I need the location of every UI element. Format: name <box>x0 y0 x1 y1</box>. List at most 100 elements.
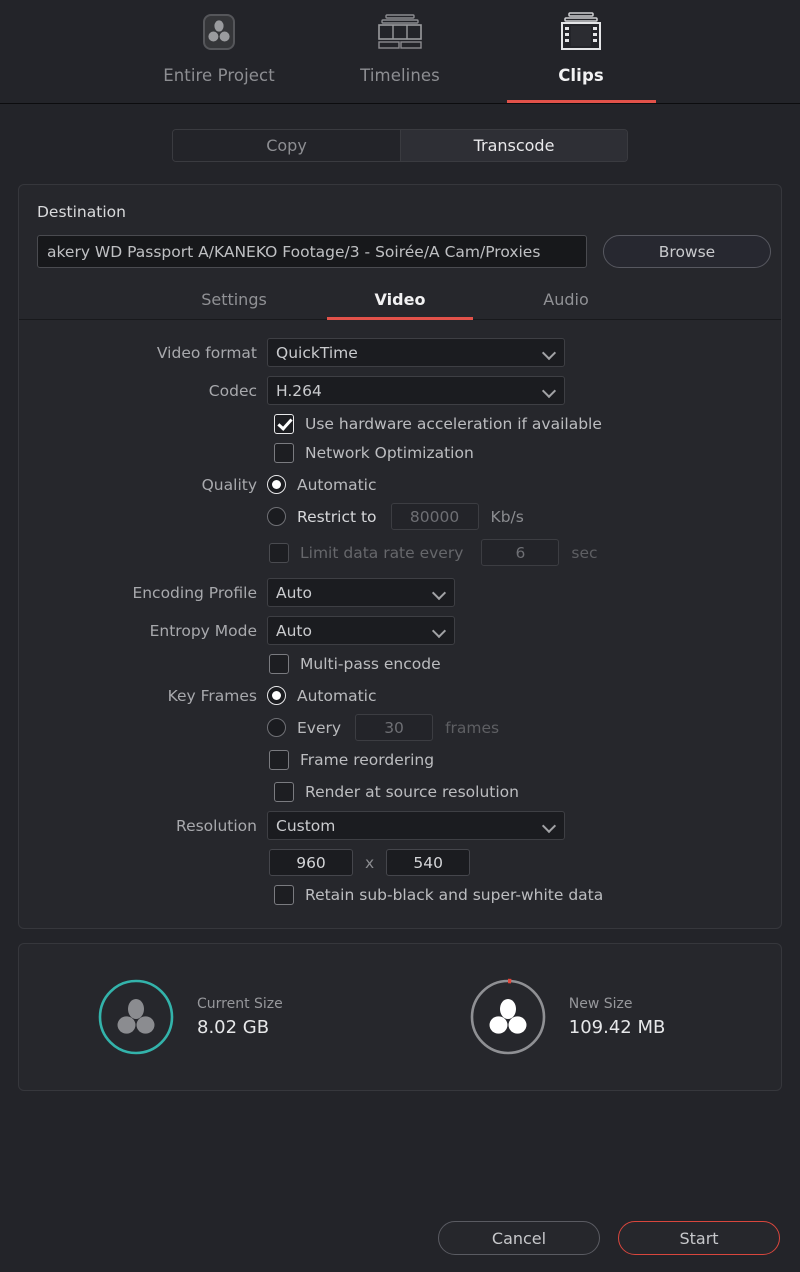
video-format-value: QuickTime <box>276 343 358 362</box>
keyframes-every-label: Every <box>297 718 342 737</box>
keyframes-automatic-radio[interactable] <box>267 686 286 705</box>
tab-entire-project-label: Entire Project <box>163 66 275 85</box>
destination-title: Destination <box>37 203 126 221</box>
segment-copy[interactable]: Copy <box>173 130 400 161</box>
encoding-profile-label: Encoding Profile <box>132 583 257 602</box>
transcode-settings-panel: Destination akery WD Passport A/KANEKO F… <box>18 184 782 929</box>
entropy-mode-label: Entropy Mode <box>149 621 257 640</box>
destination-section: Destination akery WD Passport A/KANEKO F… <box>19 185 781 282</box>
codec-value: H.264 <box>276 381 322 400</box>
start-button[interactable]: Start <box>618 1221 780 1255</box>
keyframes-every-input[interactable]: 30 <box>355 714 434 741</box>
new-size-ring <box>469 978 547 1056</box>
limit-data-rate-input[interactable]: 6 <box>481 539 560 566</box>
settings-tab-bar: Settings Video Audio <box>19 282 781 320</box>
resolve-logo-icon <box>117 999 155 1034</box>
current-size-block: Current Size 8.02 GB <box>97 978 283 1056</box>
resolution-height-input[interactable]: 540 <box>386 849 471 876</box>
quality-restrict-label: Restrict to <box>297 507 377 526</box>
retain-subblack-label: Retain sub-black and super-white data <box>305 886 604 904</box>
tab-audio[interactable]: Audio <box>483 282 649 319</box>
size-summary-panel: Current Size 8.02 GB New Size 109.42 MB <box>18 943 782 1091</box>
resolution-width-input[interactable]: 960 <box>269 849 353 876</box>
new-size-label: New Size <box>568 996 633 1012</box>
resolution-dropdown[interactable]: Custom <box>267 811 565 840</box>
multipass-encode-checkbox[interactable] <box>269 654 289 674</box>
keyframes-every-unit: frames <box>445 718 500 737</box>
current-size-ring <box>97 978 175 1056</box>
resolution-row: Resolution Custom <box>19 811 781 840</box>
video-format-row: Video format QuickTime <box>19 338 781 367</box>
retain-subblack-checkbox[interactable] <box>274 885 294 905</box>
quality-restrict-radio[interactable] <box>267 507 286 526</box>
chevron-down-icon <box>543 384 556 397</box>
resolution-label: Resolution <box>176 816 257 835</box>
quality-label: Quality <box>201 475 257 494</box>
hardware-acceleration-row: Use hardware acceleration if available <box>274 414 781 434</box>
segment-transcode[interactable]: Transcode <box>400 130 627 161</box>
resolve-badge-icon <box>202 6 236 58</box>
current-size-label: Current Size <box>197 996 283 1012</box>
video-format-label: Video format <box>156 343 257 362</box>
limit-data-rate-unit: sec <box>571 543 598 562</box>
encoding-profile-value: Auto <box>276 583 312 602</box>
new-size-block: New Size 109.42 MB <box>469 978 666 1056</box>
video-format-dropdown[interactable]: QuickTime <box>267 338 565 367</box>
encoding-profile-row: Encoding Profile Auto <box>19 578 781 607</box>
tab-timelines-label: Timelines <box>360 66 440 85</box>
entropy-mode-dropdown[interactable]: Auto <box>267 616 455 645</box>
encoding-profile-dropdown[interactable]: Auto <box>267 578 455 607</box>
chevron-down-icon <box>433 624 446 637</box>
tab-video[interactable]: Video <box>317 282 483 320</box>
limit-data-rate-checkbox[interactable] <box>269 542 289 563</box>
quality-restrict-unit: Kb/s <box>490 507 524 526</box>
network-optimization-checkbox[interactable] <box>274 443 294 463</box>
keyframes-automatic-row: Key Frames Automatic <box>19 686 781 705</box>
quality-automatic-row: Quality Automatic <box>19 475 781 494</box>
quality-automatic-radio[interactable] <box>267 475 286 494</box>
render-source-resolution-checkbox[interactable] <box>274 782 294 802</box>
dialog-footer: Cancel Start <box>0 1204 800 1272</box>
multipass-encode-label: Multi-pass encode <box>300 655 441 673</box>
multipass-encode-row: Multi-pass encode <box>269 654 781 674</box>
network-optimization-label: Network Optimization <box>305 444 474 462</box>
resolution-custom-row: 960 x 540 <box>269 849 781 876</box>
quality-restrict-input[interactable]: 80000 <box>390 503 479 530</box>
browse-button[interactable]: Browse <box>603 235 771 268</box>
render-source-resolution-row: Render at source resolution <box>274 782 781 802</box>
network-optimization-row: Network Optimization <box>274 443 781 463</box>
operation-mode-segment: Copy Transcode <box>0 129 800 162</box>
quality-automatic-label: Automatic <box>297 475 377 494</box>
tab-settings[interactable]: Settings <box>151 282 317 319</box>
frame-reordering-checkbox[interactable] <box>269 750 289 770</box>
destination-path-input[interactable]: akery WD Passport A/KANEKO Footage/3 - S… <box>37 235 587 268</box>
codec-dropdown[interactable]: H.264 <box>267 376 565 405</box>
tab-timelines[interactable]: Timelines <box>310 0 491 103</box>
codec-label: Codec <box>208 381 257 400</box>
new-size-value: 109.42 MB <box>568 1017 666 1038</box>
frame-reordering-row: Frame reordering <box>269 750 781 770</box>
cancel-button[interactable]: Cancel <box>438 1221 600 1255</box>
tab-clips[interactable]: Clips <box>491 0 672 103</box>
entropy-mode-value: Auto <box>276 621 312 640</box>
film-strip-icon <box>560 6 602 58</box>
chevron-down-icon <box>543 819 556 832</box>
keyframes-every-row: Every 30 frames <box>267 714 781 741</box>
keyframes-label: Key Frames <box>167 686 257 705</box>
resolution-value: Custom <box>276 816 336 835</box>
video-settings-form: Video format QuickTime Codec H.264 Use h… <box>19 320 781 928</box>
chevron-down-icon <box>543 346 556 359</box>
keyframes-every-radio[interactable] <box>267 718 286 737</box>
frame-reordering-label: Frame reordering <box>300 751 435 769</box>
resolve-logo-icon <box>489 999 527 1034</box>
keyframes-automatic-label: Automatic <box>297 686 377 705</box>
chevron-down-icon <box>433 586 446 599</box>
tab-entire-project[interactable]: Entire Project <box>129 0 310 103</box>
render-source-resolution-label: Render at source resolution <box>305 783 519 801</box>
resolution-x-separator: x <box>365 853 375 872</box>
hardware-acceleration-checkbox[interactable] <box>274 414 294 434</box>
retain-subblack-row: Retain sub-black and super-white data <box>274 885 781 905</box>
mode-tab-bar: Entire Project Timelines Clips <box>0 0 800 104</box>
quality-restrict-row: Restrict to 80000 Kb/s <box>267 503 781 530</box>
limit-data-rate-label: Limit data rate every <box>300 543 464 562</box>
